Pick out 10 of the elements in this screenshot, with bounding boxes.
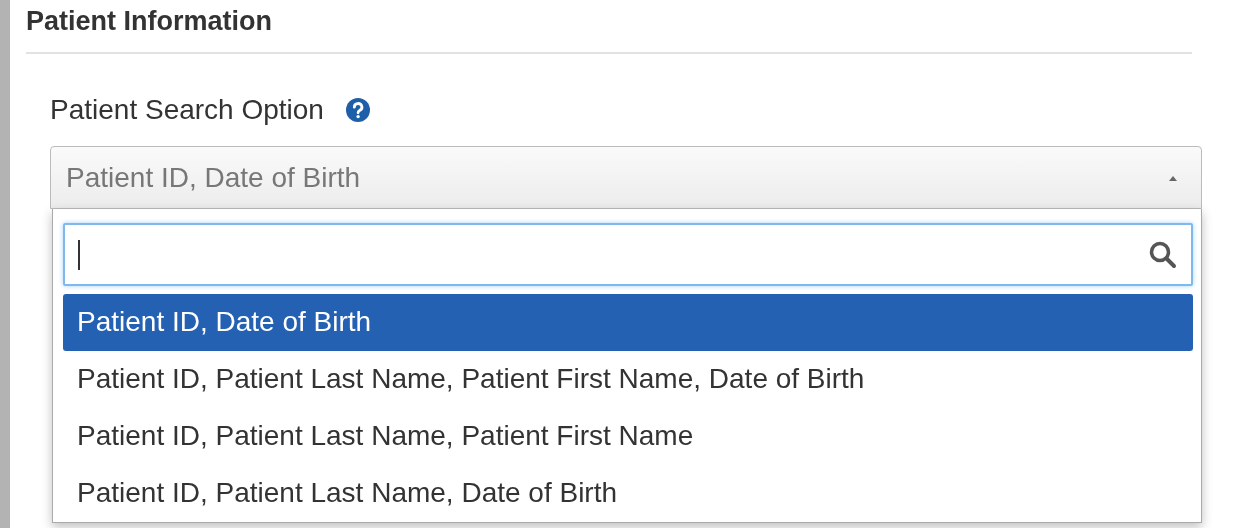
section-title: Patient Information bbox=[26, 5, 272, 38]
field-label: Patient Search Option bbox=[50, 94, 324, 126]
dropdown-option[interactable]: Patient ID, Patient Last Name, Date of Birth bbox=[63, 465, 1193, 522]
dropdown-option[interactable]: Patient ID, Patient Last Name, Patient First Name bbox=[63, 408, 1193, 465]
help-icon[interactable] bbox=[345, 98, 370, 122]
search-option-dropdown[interactable]: Patient ID, Date of Birth bbox=[50, 146, 1202, 209]
search-field[interactable] bbox=[63, 223, 1193, 286]
text-cursor bbox=[78, 239, 80, 270]
dropdown-option[interactable]: Patient ID, Patient Last Name, Patient First Name, Date of Birth bbox=[63, 351, 1193, 408]
dropdown-option[interactable]: Patient ID, Date of Birth bbox=[63, 294, 1193, 351]
